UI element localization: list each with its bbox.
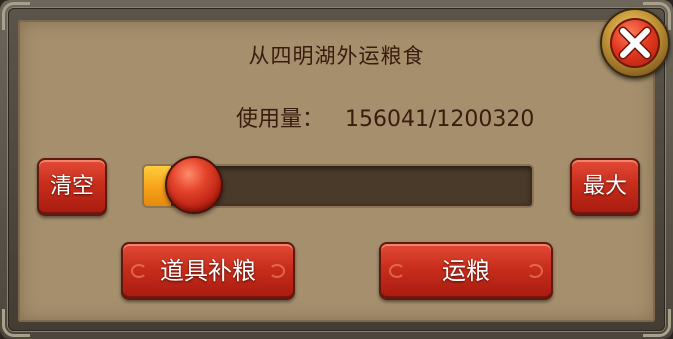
slider-knob[interactable]	[165, 156, 224, 214]
button-ornament-icon	[269, 264, 285, 278]
transport-grain-button[interactable]: 运粮	[379, 242, 553, 300]
usage-label: 使用量：	[236, 107, 325, 132]
max-button[interactable]: 最大	[570, 158, 640, 216]
usage-row: 使用量： 156041/1200320	[236, 101, 534, 133]
item-supplement-button[interactable]: 道具补粮	[121, 242, 295, 300]
button-ornament-icon	[389, 264, 405, 278]
clear-button[interactable]: 清空	[37, 158, 107, 216]
dialog-title: 从四明湖外运粮食	[248, 44, 425, 68]
close-button[interactable]	[600, 8, 670, 78]
transport-grain-label: 运粮	[442, 257, 490, 285]
quantity-slider[interactable]	[142, 156, 534, 214]
button-ornament-icon	[527, 264, 543, 278]
item-supplement-label: 道具补粮	[160, 257, 256, 285]
button-ornament-icon	[131, 264, 147, 278]
usage-value: 156041/1200320	[345, 107, 535, 132]
close-x-icon	[610, 18, 660, 68]
